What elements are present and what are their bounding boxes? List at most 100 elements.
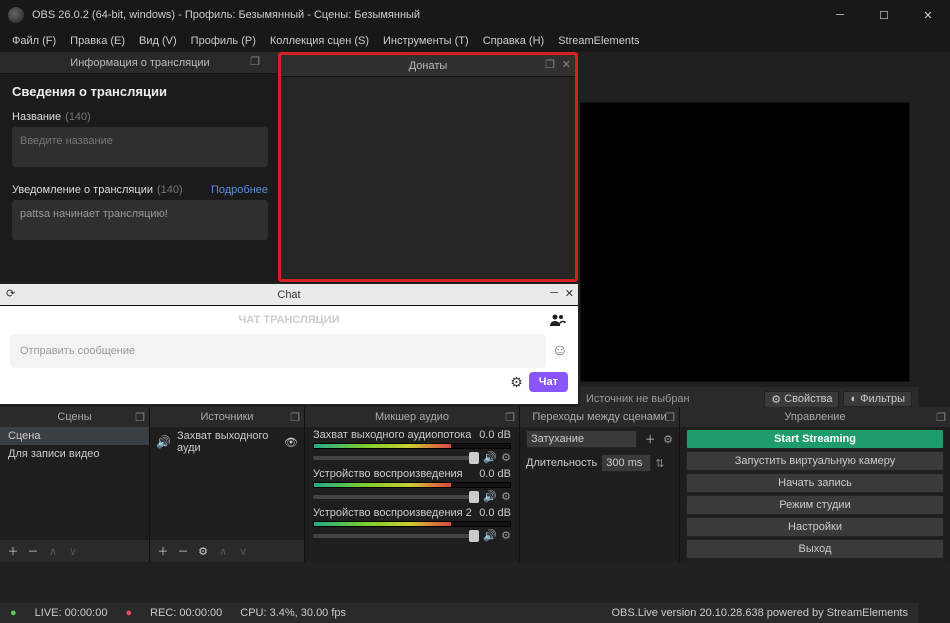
emoji-icon[interactable]: ☺ (552, 342, 568, 360)
filters-button[interactable]: ◐Фильтры (843, 391, 912, 407)
mixer-db: 0.0 dB (479, 429, 511, 441)
properties-button[interactable]: ⚙Свойства (764, 391, 839, 408)
speaker-icon[interactable]: 🔊 (483, 451, 497, 464)
volume-slider[interactable] (313, 534, 479, 538)
up-button[interactable]: ∧ (214, 542, 232, 560)
duration-input[interactable] (601, 454, 651, 472)
popout-icon[interactable]: ❐ (505, 411, 515, 424)
close-icon[interactable]: ✕ (562, 58, 571, 71)
dash-icon[interactable]: ─ (550, 287, 558, 299)
obs-icon (8, 7, 24, 23)
chat-input[interactable] (10, 334, 546, 368)
popout-icon[interactable]: ❐ (665, 411, 675, 424)
gear-icon[interactable]: ⚙ (501, 451, 511, 464)
menu-scenes[interactable]: Коллекция сцен (S) (264, 33, 375, 49)
refresh-icon[interactable]: ⟳ (6, 287, 15, 300)
remove-button[interactable]: － (24, 542, 42, 560)
preview-area[interactable] (580, 102, 910, 382)
minimize-button[interactable]: ─ (818, 0, 862, 30)
popout-icon[interactable]: ❐ (290, 411, 300, 424)
virtual-cam-button[interactable]: Запустить виртуальную камеру (686, 451, 944, 471)
chat-send-button[interactable]: Чат (529, 372, 568, 392)
audio-meter (313, 521, 511, 527)
status-rec: REC: 00:00:00 (150, 607, 222, 619)
source-name: Захват выходного ауди (177, 430, 278, 454)
speaker-icon[interactable]: 🔊 (483, 490, 497, 503)
volume-slider[interactable] (313, 456, 479, 460)
no-source-label: Источник не выбран (586, 393, 760, 405)
remove-button[interactable]: － (174, 542, 192, 560)
scene-item[interactable]: Для записи видео (0, 445, 149, 463)
scene-item[interactable]: Сцена (0, 427, 149, 445)
popout-icon[interactable]: ❐ (936, 411, 946, 424)
chat-dock: ⟳ Chat ─ ✕ ЧАТ ТРАНСЛЯЦИИ ☺ ⚙ Чат (0, 284, 578, 404)
gear-icon[interactable]: ⚙ (194, 542, 212, 560)
settings-button[interactable]: Настройки (686, 517, 944, 537)
menu-tools[interactable]: Инструменты (T) (377, 33, 475, 49)
gear-icon[interactable]: ⚙ (663, 433, 673, 446)
donates-title: Донаты (409, 60, 448, 72)
down-button[interactable]: ∨ (234, 542, 252, 560)
mixer-header: Микшер аудио (375, 411, 449, 423)
chat-title: ЧАТ ТРАНСЛЯЦИИ (238, 314, 339, 326)
menubar: Файл (F) Правка (E) Вид (V) Профиль (P) … (0, 30, 950, 52)
controls-dock: Управление ❐ Start Streaming Запустить ви… (680, 407, 950, 562)
info-header: Информация о трансляции (70, 57, 209, 69)
more-link[interactable]: Подробнее (211, 184, 268, 196)
exit-button[interactable]: Выход (686, 539, 944, 559)
studio-button[interactable]: Режим студии (686, 495, 944, 515)
popout-icon[interactable]: ❐ (135, 411, 145, 424)
add-button[interactable]: ＋ (4, 542, 22, 560)
name-input[interactable] (12, 127, 268, 167)
transitions-dock: Переходы между сценами❐ Затухание ＋ ⚙ Дл… (520, 407, 680, 562)
menu-file[interactable]: Файл (F) (6, 33, 62, 49)
audio-meter (313, 443, 511, 449)
scenes-dock: Сцены ❐ Сцена Для записи видео ＋ － ∧ ∨ (0, 407, 150, 562)
transitions-header: Переходы между сценами (532, 411, 666, 423)
down-button[interactable]: ∨ (64, 542, 82, 560)
stream-info-dock: Информация о трансляции ❐ Сведения о тра… (0, 52, 280, 282)
users-icon[interactable] (550, 313, 566, 327)
se-support-button[interactable]: StreamElements Live Support (686, 561, 944, 562)
record-button[interactable]: Начать запись (686, 473, 944, 493)
menu-view[interactable]: Вид (V) (133, 33, 183, 49)
mixer-item: Захват выходного аудиопотока0.0 dB🔊⚙ (305, 427, 519, 466)
volume-slider[interactable] (313, 495, 479, 499)
close-button[interactable]: ✕ (906, 0, 950, 30)
menu-streamelements[interactable]: StreamElements (552, 33, 645, 49)
controls-header: Управление (784, 411, 845, 423)
add-button[interactable]: ＋ (641, 430, 659, 448)
speaker-icon[interactable]: 🔊 (483, 529, 497, 542)
eye-icon[interactable]: 👁 (284, 436, 298, 449)
status-version: OBS.Live version 20.10.28.638 powered by… (611, 607, 908, 619)
audio-icon: 🔊 (156, 435, 171, 449)
transition-select[interactable]: Затухание (526, 430, 637, 448)
notif-count: (140) (157, 184, 183, 196)
popout-icon[interactable]: ❐ (545, 58, 555, 71)
source-item[interactable]: 🔊 Захват выходного ауди 👁 (150, 427, 304, 457)
audio-meter (313, 482, 511, 488)
info-title: Сведения о трансляции (12, 84, 268, 99)
name-count: (140) (65, 111, 91, 123)
menu-profile[interactable]: Профиль (P) (185, 33, 262, 49)
notif-label: Уведомление о трансляции (12, 184, 153, 196)
maximize-button[interactable]: ☐ (862, 0, 906, 30)
gear-icon[interactable]: ⚙ (510, 374, 523, 391)
mixer-item: Устройство воспроизведения0.0 dB🔊⚙ (305, 466, 519, 505)
add-button[interactable]: ＋ (154, 542, 172, 560)
menu-help[interactable]: Справка (H) (477, 33, 550, 49)
notif-input[interactable]: pattsa начинает трансляцию! (12, 200, 268, 240)
up-button[interactable]: ∧ (44, 542, 62, 560)
chat-header: Chat (277, 289, 300, 301)
mixer-name: Устройство воспроизведения (313, 468, 463, 480)
menu-edit[interactable]: Правка (E) (64, 33, 131, 49)
close-icon[interactable]: ✕ (565, 287, 574, 300)
sources-dock: Источники ❐ 🔊 Захват выходного ауди 👁 ＋ －… (150, 407, 305, 562)
gear-icon[interactable]: ⚙ (501, 490, 511, 503)
status-cpu: CPU: 3.4%, 30.00 fps (240, 607, 346, 619)
gear-icon[interactable]: ⚙ (501, 529, 511, 542)
scenes-header: Сцены (57, 411, 91, 423)
start-streaming-button[interactable]: Start Streaming (686, 429, 944, 449)
popout-icon[interactable]: ❐ (250, 55, 260, 68)
sources-header: Источники (200, 411, 253, 423)
